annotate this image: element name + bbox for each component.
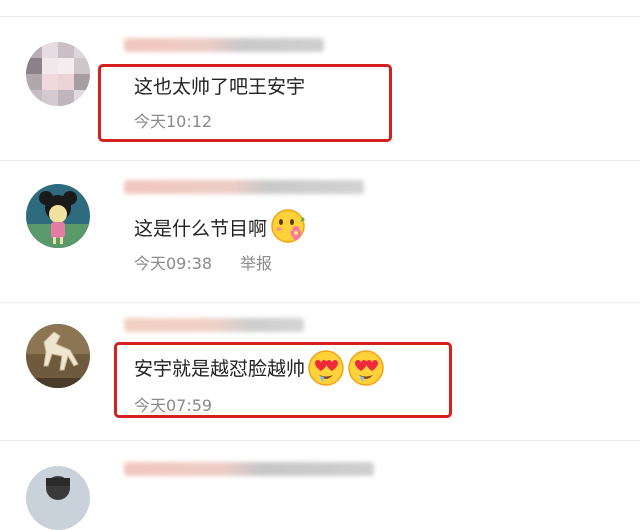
pixelated-avatar-icon: [26, 42, 90, 106]
comment-divider: [0, 160, 640, 161]
comment-time: 今天10:12: [134, 112, 213, 131]
person-avatar-icon: [26, 466, 90, 530]
blurred-username[interactable]: [124, 318, 304, 332]
cartoon-girl-avatar-icon: [26, 184, 90, 248]
comment-text: 这也太帅了吧王安宇: [134, 76, 306, 98]
blurred-username[interactable]: [124, 180, 364, 194]
heart-eyes-emoji-icon: [348, 350, 384, 386]
comment-time: 今天07:59: [134, 396, 213, 415]
user-avatar[interactable]: [26, 184, 90, 248]
report-link[interactable]: 举报: [240, 250, 272, 274]
blurred-username[interactable]: [124, 38, 324, 52]
comment-divider: [0, 302, 640, 303]
comment-text: 这是什么节目啊: [134, 218, 268, 240]
heart-eyes-emoji-icon: [308, 350, 344, 386]
comment-divider: [0, 440, 640, 441]
comment-time: 今天09:38: [134, 254, 213, 273]
comment-text: 安宇就是越怼脸越帅: [134, 358, 306, 380]
user-avatar[interactable]: [26, 466, 90, 530]
user-avatar[interactable]: [26, 324, 90, 388]
horse-statue-avatar-icon: [26, 324, 90, 388]
flower-blush-emoji-icon: [271, 209, 305, 243]
top-divider: [0, 16, 640, 17]
user-avatar[interactable]: [26, 42, 90, 106]
blurred-username[interactable]: [124, 462, 374, 476]
